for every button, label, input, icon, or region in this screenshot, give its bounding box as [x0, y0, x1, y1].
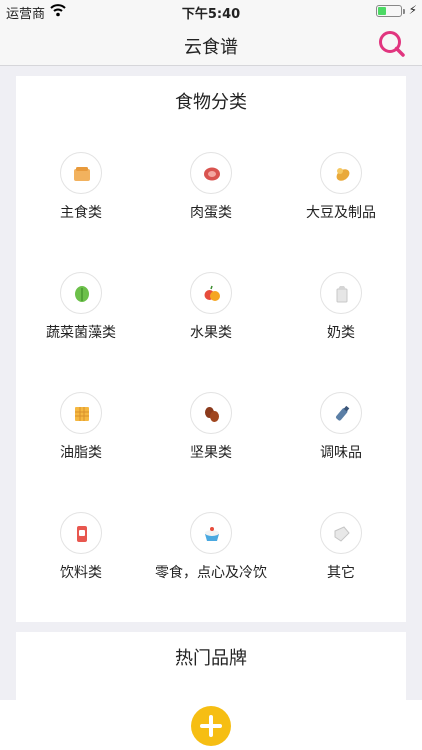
category-label: 奶类: [327, 325, 355, 341]
oil-fat-icon: [60, 392, 102, 434]
charging-icon: ⚡: [408, 3, 417, 17]
category-nuts[interactable]: 坚果类: [146, 392, 276, 512]
nut-icon: [190, 392, 232, 434]
page-title: 云食谱: [184, 37, 238, 58]
food-category-grid: 主食类 肉蛋类 大豆及制品 蔬菜菌藻类 水果类 奶类 油脂类 坚果类 调味品 饮…: [16, 152, 406, 632]
search-button[interactable]: [376, 28, 408, 60]
soybean-icon: [320, 152, 362, 194]
category-milk[interactable]: 奶类: [276, 272, 406, 392]
category-label: 主食类: [60, 205, 102, 221]
category-label: 蔬菜菌藻类: [46, 325, 116, 341]
category-label: 调味品: [320, 445, 362, 461]
add-button[interactable]: [191, 706, 231, 746]
category-meat-egg[interactable]: 肉蛋类: [146, 152, 276, 272]
other-food-icon: [320, 512, 362, 554]
battery-level: [378, 7, 386, 15]
navigation-bar: 云食谱: [0, 22, 422, 66]
category-oil-fat[interactable]: 油脂类: [16, 392, 146, 512]
plus-icon: [200, 715, 222, 737]
category-label: 饮料类: [60, 565, 102, 581]
category-soybean[interactable]: 大豆及制品: [276, 152, 406, 272]
category-label: 坚果类: [190, 445, 232, 461]
seasoning-icon: [320, 392, 362, 434]
category-other[interactable]: 其它: [276, 512, 406, 632]
milk-icon: [320, 272, 362, 314]
leafy-vegetable-icon: [60, 272, 102, 314]
staple-food-icon: [60, 152, 102, 194]
category-drinks[interactable]: 饮料类: [16, 512, 146, 632]
category-fruit[interactable]: 水果类: [146, 272, 276, 392]
category-staple-food[interactable]: 主食类: [16, 152, 146, 272]
popular-brands-title: 热门品牌: [175, 648, 247, 669]
food-category-card: 食物分类 主食类 肉蛋类 大豆及制品 蔬菜菌藻类 水果类 奶类 油脂类 坚果类 …: [16, 76, 406, 622]
snack-cake-icon: [190, 512, 232, 554]
category-label: 其它: [327, 565, 355, 581]
drink-icon: [60, 512, 102, 554]
category-vegetables[interactable]: 蔬菜菌藻类: [16, 272, 146, 392]
category-label: 油脂类: [60, 445, 102, 461]
search-icon: [379, 31, 405, 57]
food-category-title: 食物分类: [175, 92, 247, 113]
status-time: 下午5:40: [181, 7, 241, 22]
category-label: 大豆及制品: [306, 205, 376, 221]
category-label: 水果类: [190, 325, 232, 341]
meat-icon: [190, 152, 232, 194]
category-snacks[interactable]: 零食，点心及冷饮: [146, 512, 276, 632]
category-seasoning[interactable]: 调味品: [276, 392, 406, 512]
battery-icon: [376, 5, 402, 17]
category-label: 肉蛋类: [190, 205, 232, 221]
battery-cap: [403, 9, 405, 14]
category-label: 零食，点心及冷饮: [155, 565, 267, 581]
fruit-icon: [190, 272, 232, 314]
status-bar: 运营商 下午5:40 ⚡: [0, 0, 422, 22]
